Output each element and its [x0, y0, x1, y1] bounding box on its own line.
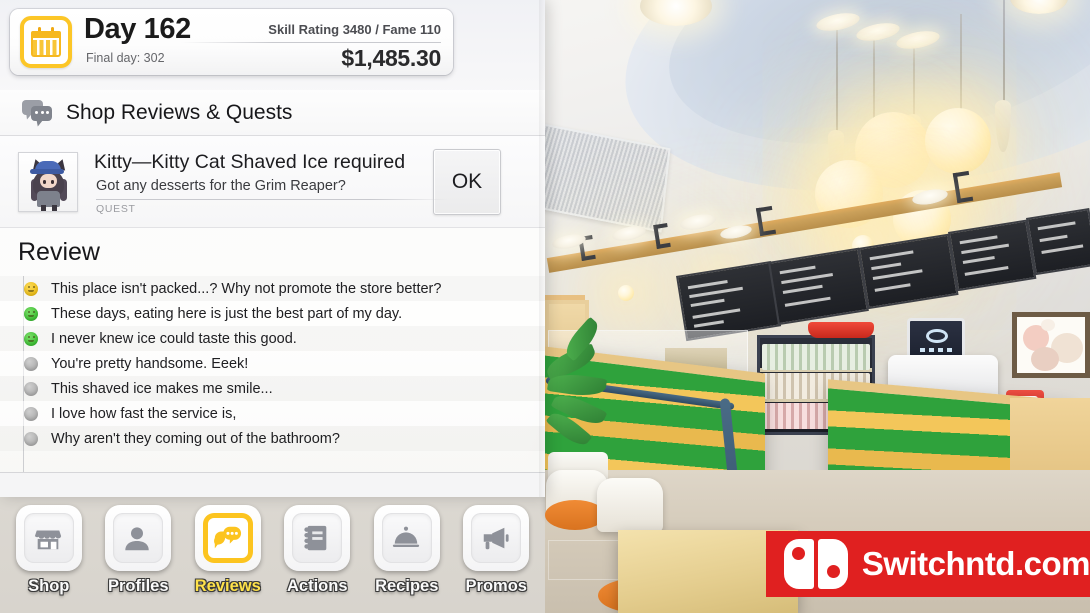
- megaphone-icon: [480, 523, 512, 553]
- nintendo-switch-joycon-icon: [784, 539, 848, 589]
- nav-label: Shop: [28, 577, 70, 595]
- menu-board: [948, 219, 1037, 292]
- review-mood-green-icon: [24, 306, 38, 321]
- pendant-globe: [925, 108, 991, 174]
- nav-item-reviews[interactable]: Reviews: [183, 505, 273, 596]
- red-tray: [808, 322, 874, 338]
- review-row: These days, eating here is just the best…: [0, 301, 545, 326]
- review-row: Why aren't they coming out of the bathro…: [0, 426, 545, 451]
- pendant-wire: [1003, 0, 1005, 110]
- nav-label: Recipes: [375, 577, 439, 595]
- header-divider: [181, 42, 441, 43]
- watermark-text: Switchntd.com: [861, 545, 1090, 582]
- pendant-globe-small: [618, 285, 634, 301]
- menu-board: [1026, 207, 1090, 276]
- avatar: [18, 151, 78, 212]
- review-row: I never knew ice could taste this good.: [0, 326, 545, 351]
- day-summary-card: Day 162 Final day: 302 Skill Rating 3480…: [10, 9, 453, 75]
- review-text: This shaved ice makes me smile...: [51, 380, 273, 397]
- nav-tile[interactable]: [373, 505, 440, 571]
- final-day-label: Final day: 302: [86, 51, 165, 65]
- skill-rating-label: Skill Rating 3480 / Fame 110: [268, 22, 441, 37]
- pendant-wire: [836, 16, 838, 136]
- cloche-icon: [391, 523, 423, 553]
- review-mood-green-icon: [24, 331, 38, 346]
- wall-art-frame: [1012, 312, 1090, 378]
- quest-row[interactable]: Kitty—Kitty Cat Shaved Ice required Got …: [0, 136, 545, 228]
- nav-tile-inner: [113, 513, 164, 563]
- chair-seat: [545, 500, 605, 530]
- speech-bubbles-icon: [22, 99, 52, 126]
- review-row: This shaved ice makes me smile...: [0, 376, 545, 401]
- floor-tile: [548, 540, 628, 580]
- section-title: Shop Reviews & Quests: [66, 100, 293, 124]
- review-footer-strip: [0, 473, 545, 497]
- review-text: This place isn't packed...? Why not prom…: [51, 280, 442, 297]
- review-mood-gray-icon: [24, 406, 38, 421]
- nav-tile-inner: [23, 513, 74, 563]
- page-title: Day 162: [84, 13, 191, 45]
- review-row: This place isn't packed...? Why not prom…: [0, 276, 545, 301]
- nav-tile[interactable]: [463, 505, 530, 571]
- nav-tile[interactable]: [194, 505, 261, 571]
- review-mood-gray-icon: [24, 356, 38, 371]
- notebook-icon: [301, 523, 333, 553]
- review-text: I never knew ice could taste this good.: [51, 330, 297, 347]
- calendar-icon: [20, 16, 72, 68]
- bottom-navigation: Shop Profiles Reviews Actions Recipes Promos: [0, 497, 545, 613]
- person-icon: [122, 523, 154, 553]
- review-row: I love how fast the service is,: [0, 401, 545, 426]
- nav-tile[interactable]: [105, 505, 172, 571]
- game-screen: Day 162 Final day: 302 Skill Rating 3480…: [0, 0, 1090, 613]
- review-mood-yellow-icon: [24, 281, 38, 296]
- nav-tile-inner: [381, 513, 432, 563]
- quest-title: Kitty—Kitty Cat Shaved Ice required: [94, 150, 406, 173]
- watermark-banner: Switchntd.com: [766, 531, 1090, 597]
- nav-label: Profiles: [107, 577, 169, 595]
- chair: [597, 478, 663, 532]
- speech-bubble-icon: [212, 523, 244, 553]
- quest-tag: QUEST: [96, 202, 136, 215]
- nav-tile-inner: [471, 513, 522, 563]
- nav-tile-inner: [292, 513, 343, 563]
- nav-item-shop[interactable]: Shop: [4, 505, 94, 596]
- review-row: You're pretty handsome. Eeek!: [0, 351, 545, 376]
- review-text: I love how fast the service is,: [51, 405, 237, 422]
- reviews-panel: Day 162 Final day: 302 Skill Rating 3480…: [0, 0, 545, 497]
- review-text: These days, eating here is just the best…: [51, 305, 403, 322]
- nav-label: Actions: [286, 577, 348, 595]
- review-list: This place isn't packed...? Why not prom…: [0, 276, 545, 451]
- nav-label: Reviews: [194, 577, 261, 595]
- quest-subtitle: Got any desserts for the Grim Reaper?: [96, 177, 346, 194]
- review-mood-gray-icon: [24, 381, 38, 396]
- review-text: You're pretty handsome. Eeek!: [51, 355, 249, 372]
- review-heading: Review: [18, 238, 100, 266]
- nav-item-promos[interactable]: Promos: [452, 505, 542, 596]
- nav-item-recipes[interactable]: Recipes: [362, 505, 452, 596]
- quest-divider: [96, 198, 448, 200]
- money-value: $1,485.30: [341, 45, 441, 71]
- nav-item-profiles[interactable]: Profiles: [94, 505, 184, 596]
- nav-tile-inner: [202, 513, 253, 563]
- section-header: Shop Reviews & Quests: [0, 90, 545, 136]
- nav-tile[interactable]: [15, 505, 82, 571]
- storefront-icon: [33, 523, 65, 553]
- nav-label: Promos: [465, 577, 527, 595]
- review-text: Why aren't they coming out of the bathro…: [51, 430, 340, 447]
- ok-button[interactable]: OK: [433, 148, 501, 215]
- nav-item-actions[interactable]: Actions: [273, 505, 363, 596]
- review-mood-gray-icon: [24, 431, 38, 446]
- nav-tile[interactable]: [284, 505, 351, 571]
